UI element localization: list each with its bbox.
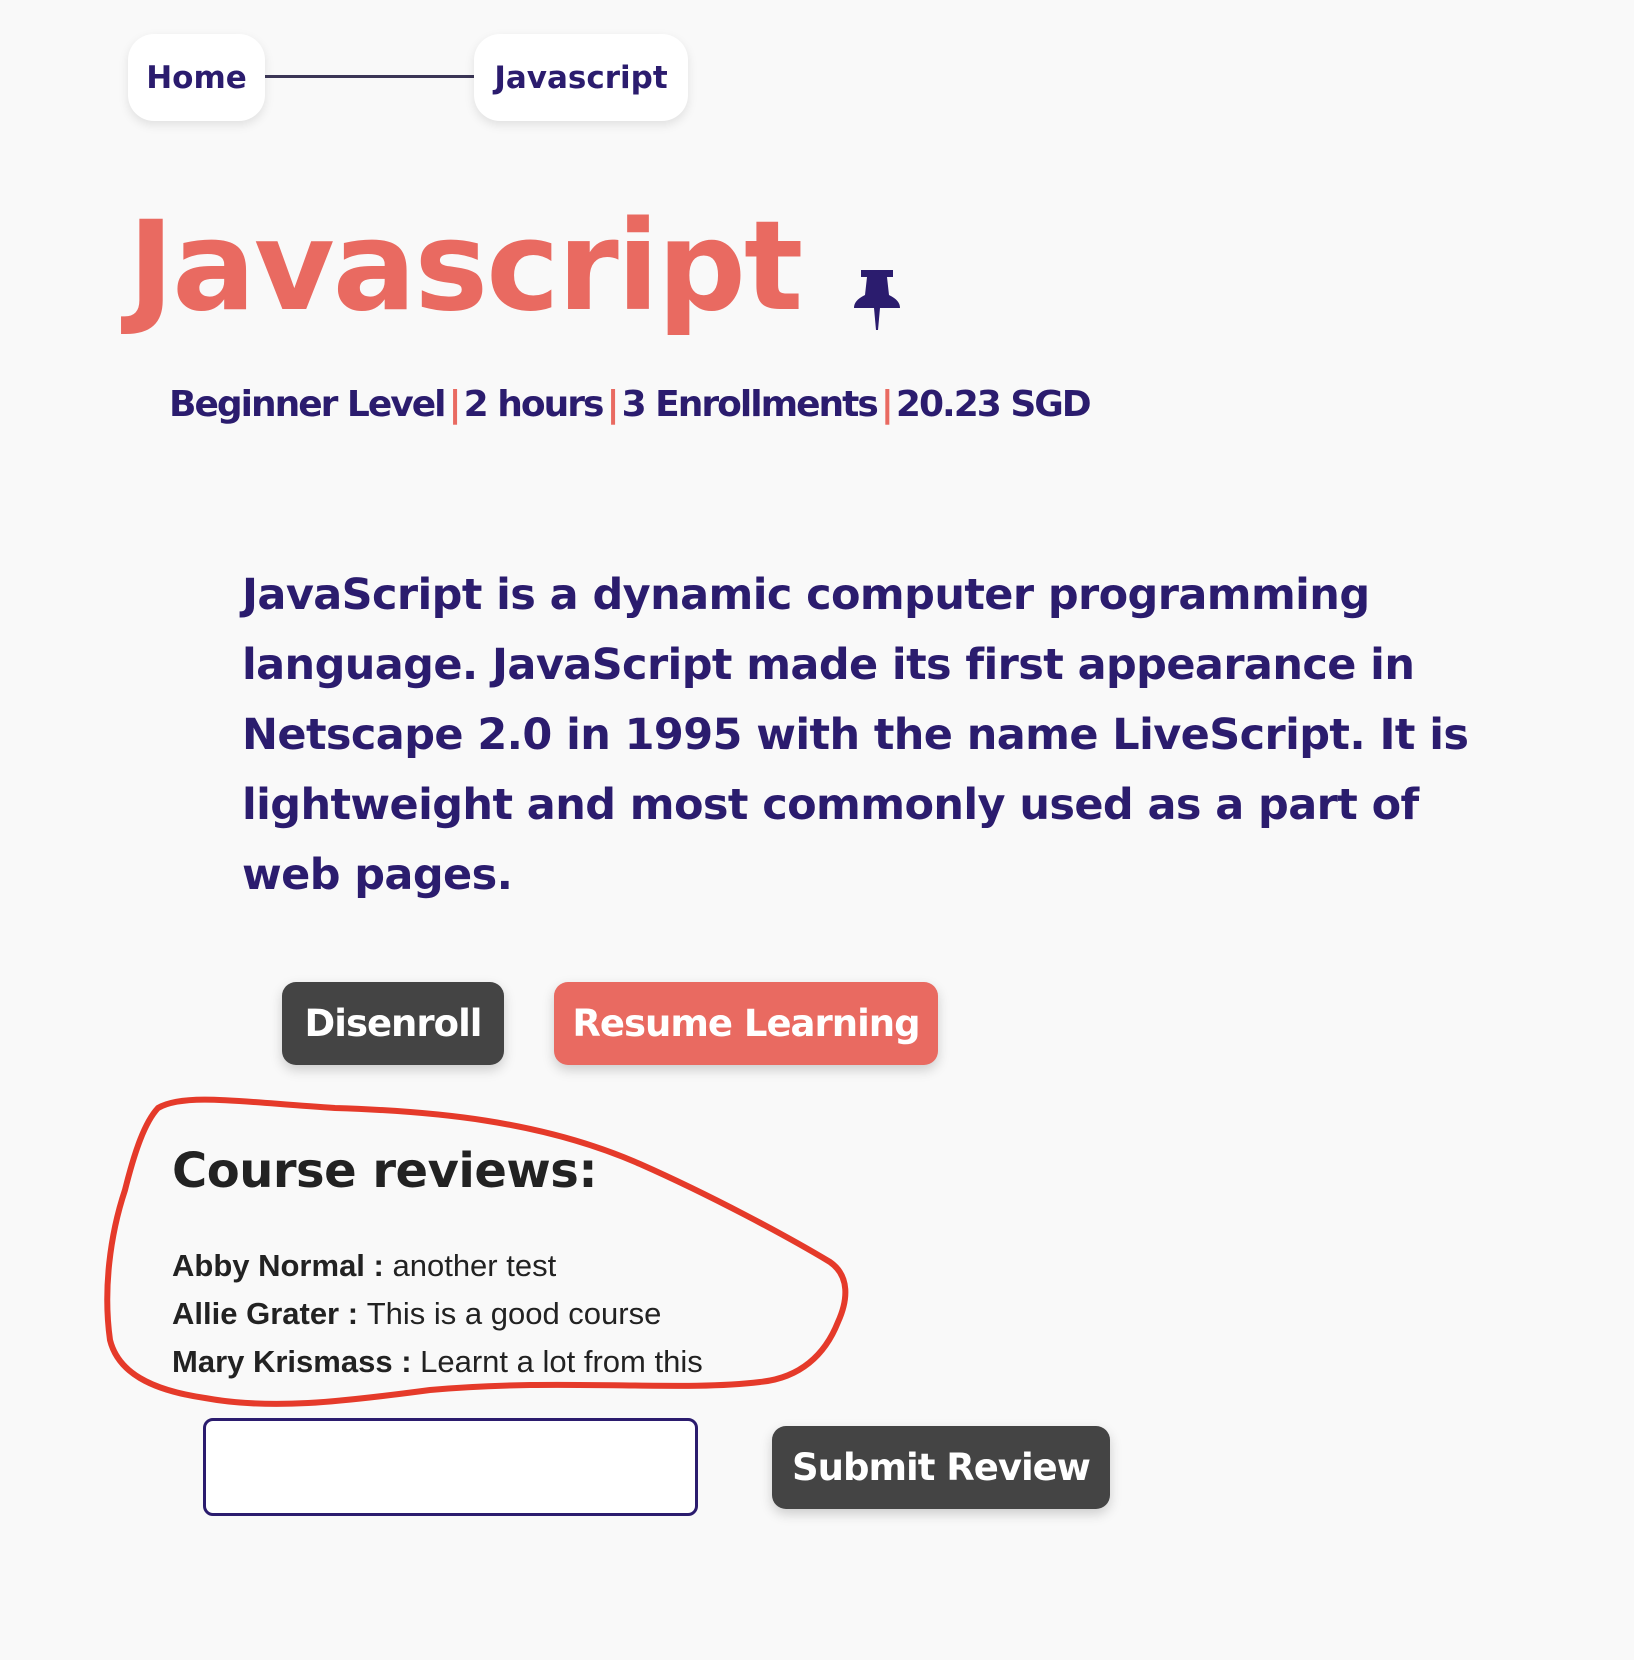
course-meta: Beginner Level | 2 hours | 3 Enrollments | 20.… (169, 384, 1092, 425)
course-enrollments: 3 Enrollments (621, 384, 879, 425)
course-duration: 2 hours (463, 384, 605, 425)
course-level: Beginner Level (169, 384, 447, 425)
review-input[interactable] (203, 1418, 698, 1516)
review-text: This is a good course (366, 1296, 662, 1331)
review-item: Mary Krismass : Learnt a lot from this (172, 1344, 703, 1380)
submit-review-button[interactable]: Submit Review (772, 1426, 1110, 1509)
review-text: Learnt a lot from this (420, 1344, 703, 1379)
meta-separator: | (448, 384, 462, 425)
course-price: 20.23 SGD (895, 384, 1092, 425)
review-item: Allie Grater : This is a good course (172, 1296, 661, 1332)
review-separator: : (364, 1248, 393, 1283)
review-author: Abby Normal (172, 1248, 365, 1283)
review-text: another test (392, 1248, 557, 1283)
review-separator: : (339, 1296, 367, 1331)
pin-icon[interactable] (852, 268, 902, 332)
breadcrumb-home[interactable]: Home (128, 34, 265, 121)
disenroll-button[interactable]: Disenroll (282, 982, 504, 1065)
meta-separator: | (880, 384, 894, 425)
breadcrumb-current[interactable]: Javascript (474, 34, 688, 121)
meta-separator: | (606, 384, 619, 425)
review-item: Abby Normal : another test (172, 1248, 556, 1284)
review-author: Mary Krismass (172, 1344, 393, 1379)
review-separator: : (392, 1344, 421, 1379)
resume-learning-button[interactable]: Resume Learning (554, 982, 938, 1065)
reviews-title: Course reviews: (172, 1143, 598, 1199)
course-description: JavaScript is a dynamic computer program… (242, 570, 1469, 900)
review-author: Allie Grater (172, 1296, 340, 1331)
breadcrumb-connector (265, 75, 474, 78)
course-title: Javascript (128, 195, 803, 339)
